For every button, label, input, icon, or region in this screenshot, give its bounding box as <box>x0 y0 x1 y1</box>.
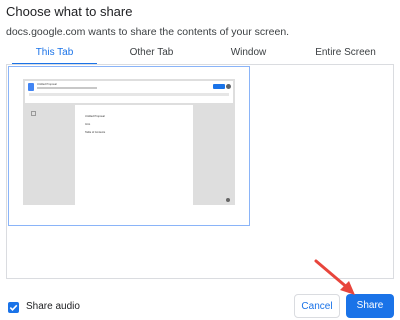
share-audio-label: Share audio <box>26 301 80 312</box>
thumbnail-outline-icon <box>31 111 36 116</box>
thumbnail-explore-icon <box>226 198 230 202</box>
thumbnail-docs-toolbar: Untitled Proposal <box>25 81 233 103</box>
tab-this-tab[interactable]: This Tab <box>6 42 103 65</box>
share-audio-checkbox[interactable] <box>8 302 19 313</box>
tab-entire-screen[interactable]: Entire Screen <box>297 42 394 64</box>
red-arrow-annotation-icon <box>314 259 355 295</box>
tab-preview-thumbnail: Untitled Proposal Untitled Proposal Intr… <box>23 79 235 205</box>
thumbnail-document-page: Untitled Proposal Intro Table of Content… <box>75 105 193 205</box>
thumbnail-format-toolbar <box>29 93 229 96</box>
docs-logo-icon <box>28 83 34 91</box>
thumbnail-doc-line: Untitled Proposal <box>85 115 105 118</box>
tab-window[interactable]: Window <box>200 42 297 64</box>
tab-other-tab[interactable]: Other Tab <box>103 42 200 64</box>
thumbnail-doc-line: Table of Contents <box>85 131 106 134</box>
thumbnail-avatar <box>226 84 231 89</box>
thumbnail-doc-title: Untitled Proposal <box>37 83 57 86</box>
checkmark-icon <box>9 304 18 311</box>
share-source-tabs: This Tab Other Tab Window Entire Screen <box>6 42 394 65</box>
thumbnail-menu-bar <box>37 87 97 89</box>
tab-preview-card[interactable]: Untitled Proposal Untitled Proposal Intr… <box>8 66 250 226</box>
dialog-subtitle: docs.google.com wants to share the conte… <box>6 26 290 38</box>
thumbnail-share-button <box>213 84 225 89</box>
dialog-title: Choose what to share <box>6 4 133 19</box>
thumbnail-doc-line: Intro <box>85 123 91 126</box>
